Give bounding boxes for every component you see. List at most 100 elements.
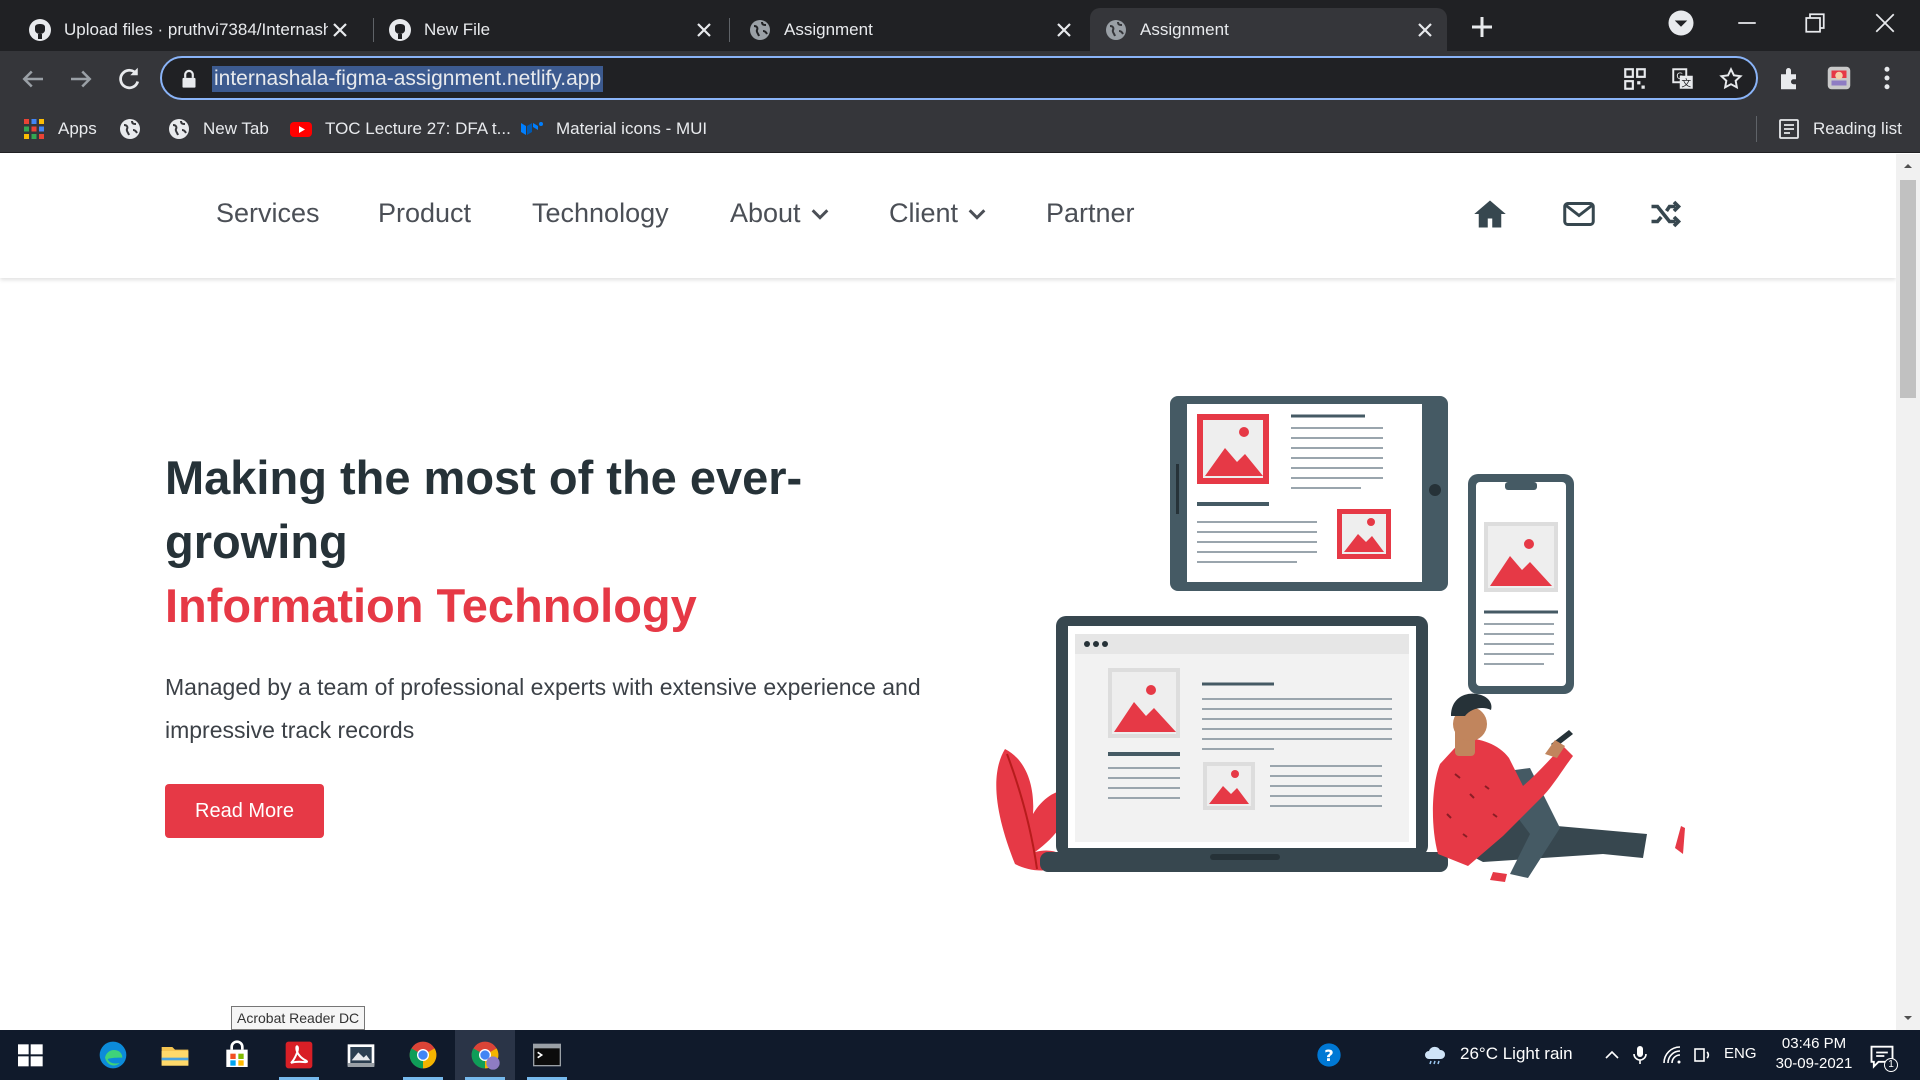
bookmark-label: Material icons - MUI <box>556 119 708 138</box>
nav-technology[interactable]: Technology <box>532 198 669 229</box>
taskbar-edge[interactable] <box>83 1030 143 1080</box>
clock[interactable]: 03:46 PM 30-09-2021 <box>1764 1034 1864 1074</box>
forward-arrow-icon[interactable] <box>66 64 96 94</box>
microphone-icon[interactable] <box>1628 1043 1652 1067</box>
windows-taskbar: ? 26°C Light rain ENG 03:46 PM 30-09-202… <box>0 1030 1920 1080</box>
cloud-rain-icon[interactable] <box>1421 1043 1449 1067</box>
read-more-button[interactable]: Read More <box>165 784 324 838</box>
close-icon[interactable] <box>692 18 716 42</box>
wifi-icon[interactable] <box>1660 1043 1684 1067</box>
bookmarks-divider <box>1756 116 1757 142</box>
edge-browser-icon <box>99 1041 127 1069</box>
svg-text:G: G <box>1676 72 1683 82</box>
browser-toolbar: internashala-figma-assignment.netlify.ap… <box>0 51 1920 105</box>
phone-device <box>1468 474 1574 694</box>
tab-search-icon[interactable] <box>1666 8 1696 38</box>
clock-date: 30-09-2021 <box>1775 1055 1853 1072</box>
notification-center[interactable]: 1 <box>1868 1042 1898 1072</box>
bookmark-apps[interactable]: Apps <box>22 114 97 144</box>
weather-text[interactable]: 26°C Light rain <box>1460 1044 1573 1064</box>
bookmark-toc-lecture[interactable]: TOC Lecture 27: DFA t... <box>289 114 511 144</box>
bookmark-label: TOC Lecture 27: DFA t... <box>325 119 511 138</box>
scroll-up-arrow-icon[interactable] <box>1902 160 1914 172</box>
close-icon[interactable] <box>328 18 352 42</box>
reading-list-label: Reading list <box>1813 119 1902 138</box>
restore-icon[interactable] <box>1800 8 1830 38</box>
speaker-icon[interactable] <box>1690 1043 1714 1067</box>
tab-assignment-active[interactable]: Assignment <box>1090 8 1447 51</box>
language-indicator[interactable]: ENG <box>1724 1045 1757 1062</box>
tab-title: Assignment <box>784 19 873 39</box>
page-viewport: Services Product Technology About Client… <box>0 154 1896 1030</box>
nav-label: Partner <box>1046 198 1135 228</box>
nav-about[interactable]: About <box>730 198 831 229</box>
tab-upload-files[interactable]: Upload files · pruthvi7384/Internash <box>14 8 362 51</box>
nav-label: About <box>730 198 801 228</box>
nav-services[interactable]: Services <box>216 198 320 229</box>
back-arrow-icon[interactable] <box>18 64 48 94</box>
start-button[interactable] <box>0 1030 60 1080</box>
github-icon <box>389 18 411 41</box>
window-close-icon[interactable] <box>1870 8 1900 38</box>
bookmark-new-tab[interactable]: New Tab <box>167 114 269 144</box>
bookmark-globe[interactable] <box>118 114 154 144</box>
shuffle-icon[interactable] <box>1647 196 1683 232</box>
nav-label: Services <box>216 198 320 228</box>
profile-avatar-icon[interactable] <box>1824 63 1854 93</box>
globe-icon <box>1106 19 1126 40</box>
tablet-device <box>1170 396 1448 591</box>
scrollbar-thumb[interactable] <box>1900 180 1916 398</box>
extensions-puzzle-icon[interactable] <box>1776 63 1806 93</box>
reading-list-button[interactable]: Reading list <box>1777 114 1902 144</box>
nav-label: Product <box>378 198 472 228</box>
bookmark-material-icons[interactable]: Material icons - MUI <box>520 114 707 144</box>
taskbar-chrome[interactable] <box>393 1030 453 1080</box>
tab-title: Upload files · pruthvi7384/Internash <box>64 19 328 39</box>
bookmark-star-icon[interactable] <box>1718 66 1744 92</box>
tab-new-file[interactable]: New File <box>374 8 726 51</box>
github-icon <box>29 18 51 41</box>
url-text[interactable]: internashala-figma-assignment.netlify.ap… <box>212 66 604 92</box>
person-figure <box>1432 693 1685 882</box>
hero-heading-accent: Information Technology <box>165 579 697 632</box>
page-scrollbar[interactable] <box>1896 154 1920 1030</box>
tray-overflow-chevron-icon[interactable] <box>1600 1043 1624 1067</box>
qr-code-icon[interactable] <box>1622 66 1648 92</box>
site-navbar: Services Product Technology About Client… <box>0 154 1896 278</box>
mail-icon[interactable] <box>1561 196 1597 232</box>
taskbar-file-explorer[interactable] <box>145 1030 205 1080</box>
close-icon[interactable] <box>1413 18 1437 42</box>
nav-product[interactable]: Product <box>378 198 471 229</box>
taskbar-terminal[interactable] <box>517 1030 577 1080</box>
nav-partner[interactable]: Partner <box>1046 198 1135 229</box>
hero-illustration <box>996 396 1685 882</box>
new-tab-plus-icon[interactable] <box>1467 12 1497 42</box>
home-icon[interactable] <box>1472 196 1508 232</box>
more-vert-icon[interactable] <box>1872 63 1902 93</box>
taskbar-tooltip: Acrobat Reader DC <box>231 1006 366 1030</box>
nav-client[interactable]: Client <box>889 198 988 229</box>
taskbar-acrobat[interactable] <box>269 1030 329 1080</box>
nav-label: Client <box>889 198 959 228</box>
chrome-icon <box>409 1041 437 1069</box>
address-bar[interactable]: internashala-figma-assignment.netlify.ap… <box>160 56 1758 100</box>
globe-icon <box>750 19 770 40</box>
close-icon[interactable] <box>1052 18 1076 42</box>
tab-assignment[interactable]: Assignment <box>734 8 1086 51</box>
minimize-icon[interactable] <box>1732 8 1762 38</box>
taskbar-chrome-profile[interactable] <box>455 1030 515 1080</box>
store-bag-icon <box>226 1040 248 1067</box>
folder-icon <box>161 1047 189 1066</box>
apps-grid-icon <box>24 119 44 139</box>
acrobat-reader-icon <box>285 1041 313 1069</box>
tab-title: New File <box>424 19 491 39</box>
taskbar-photos[interactable] <box>331 1030 391 1080</box>
help-icon[interactable]: ? <box>1315 1041 1343 1069</box>
browser-tab-strip: Upload files · pruthvi7384/Internash New… <box>0 0 1920 51</box>
scroll-down-arrow-icon[interactable] <box>1902 1012 1914 1024</box>
lock-icon[interactable] <box>176 66 202 92</box>
terminal-icon <box>533 1043 561 1067</box>
taskbar-store[interactable] <box>207 1030 267 1080</box>
translate-icon[interactable]: 文G <box>1670 66 1696 92</box>
reload-icon[interactable] <box>114 64 144 94</box>
